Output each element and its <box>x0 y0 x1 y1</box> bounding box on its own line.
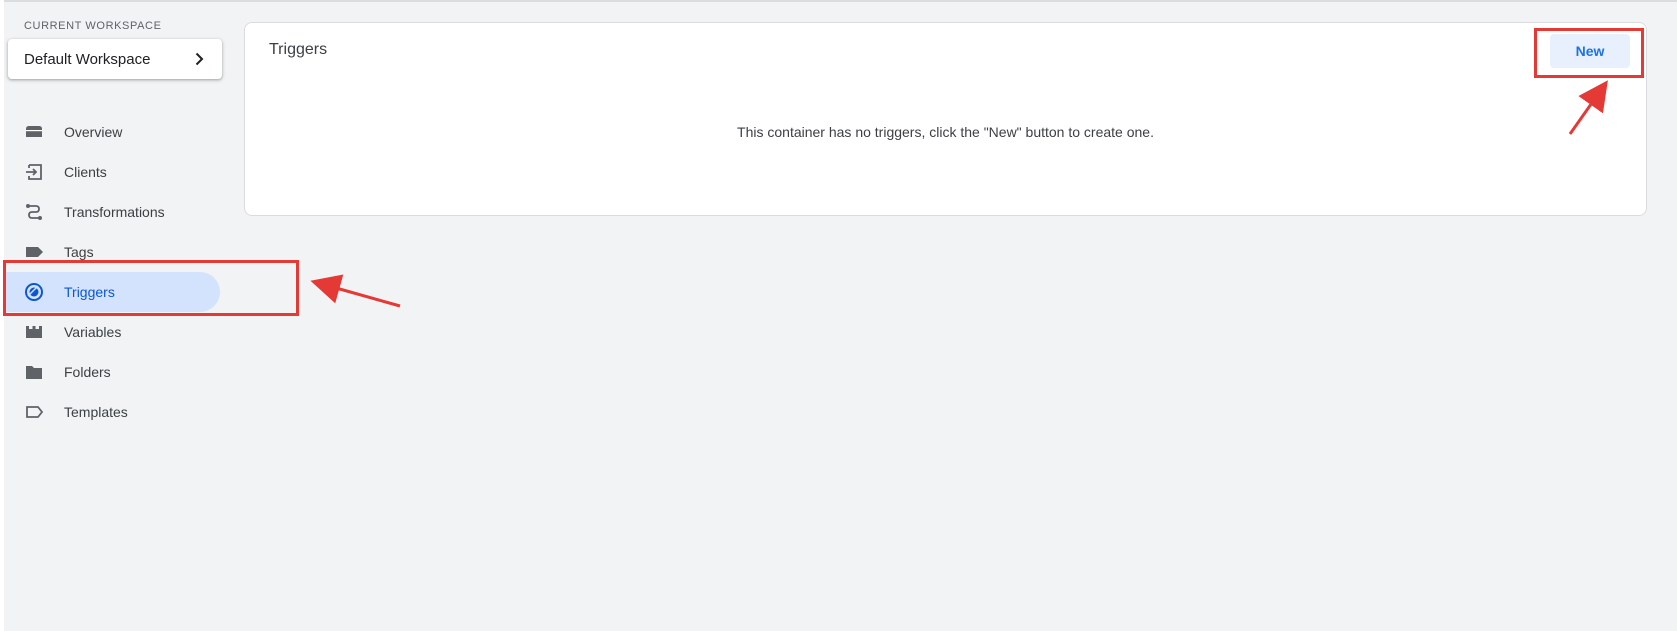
variables-icon <box>24 322 44 342</box>
sidebar-item-label: Templates <box>64 404 128 420</box>
sidebar-item-label: Variables <box>64 324 122 340</box>
sidebar-nav: Overview Clients Transformations Tags Tr… <box>4 112 224 432</box>
sidebar-item-label: Triggers <box>64 284 115 300</box>
sidebar-item-tags[interactable]: Tags <box>4 232 220 272</box>
sidebar-item-label: Folders <box>64 364 111 380</box>
empty-state-message: This container has no triggers, click th… <box>737 124 1154 140</box>
current-workspace-label: CURRENT WORKSPACE <box>24 20 162 32</box>
sidebar-item-variables[interactable]: Variables <box>4 312 220 352</box>
transformations-icon <box>24 202 44 222</box>
workspace-name: Default Workspace <box>24 50 151 68</box>
sidebar-item-clients[interactable]: Clients <box>4 152 220 192</box>
sidebar-item-overview[interactable]: Overview <box>4 112 220 152</box>
folder-icon <box>24 362 44 382</box>
sidebar-item-label: Tags <box>64 244 94 260</box>
triggers-icon <box>24 282 44 302</box>
app-root: CURRENT WORKSPACE Default Workspace Over… <box>4 0 1677 631</box>
sidebar-item-label: Transformations <box>64 204 165 220</box>
workspace-selector[interactable]: Default Workspace <box>8 39 222 79</box>
new-trigger-button[interactable]: New <box>1550 34 1630 68</box>
sidebar-item-folders[interactable]: Folders <box>4 352 220 392</box>
overview-icon <box>24 122 44 142</box>
template-icon <box>24 402 44 422</box>
sidebar-item-label: Overview <box>64 124 123 140</box>
chevron-right-icon <box>192 52 206 66</box>
tag-icon <box>24 242 44 262</box>
page-title: Triggers <box>269 41 328 58</box>
clients-icon <box>24 162 44 182</box>
sidebar-item-transformations[interactable]: Transformations <box>4 192 220 232</box>
sidebar-item-templates[interactable]: Templates <box>4 392 220 432</box>
triggers-card: Triggers New This container has no trigg… <box>244 22 1647 216</box>
sidebar-item-triggers[interactable]: Triggers <box>4 272 220 312</box>
sidebar-item-label: Clients <box>64 164 107 180</box>
